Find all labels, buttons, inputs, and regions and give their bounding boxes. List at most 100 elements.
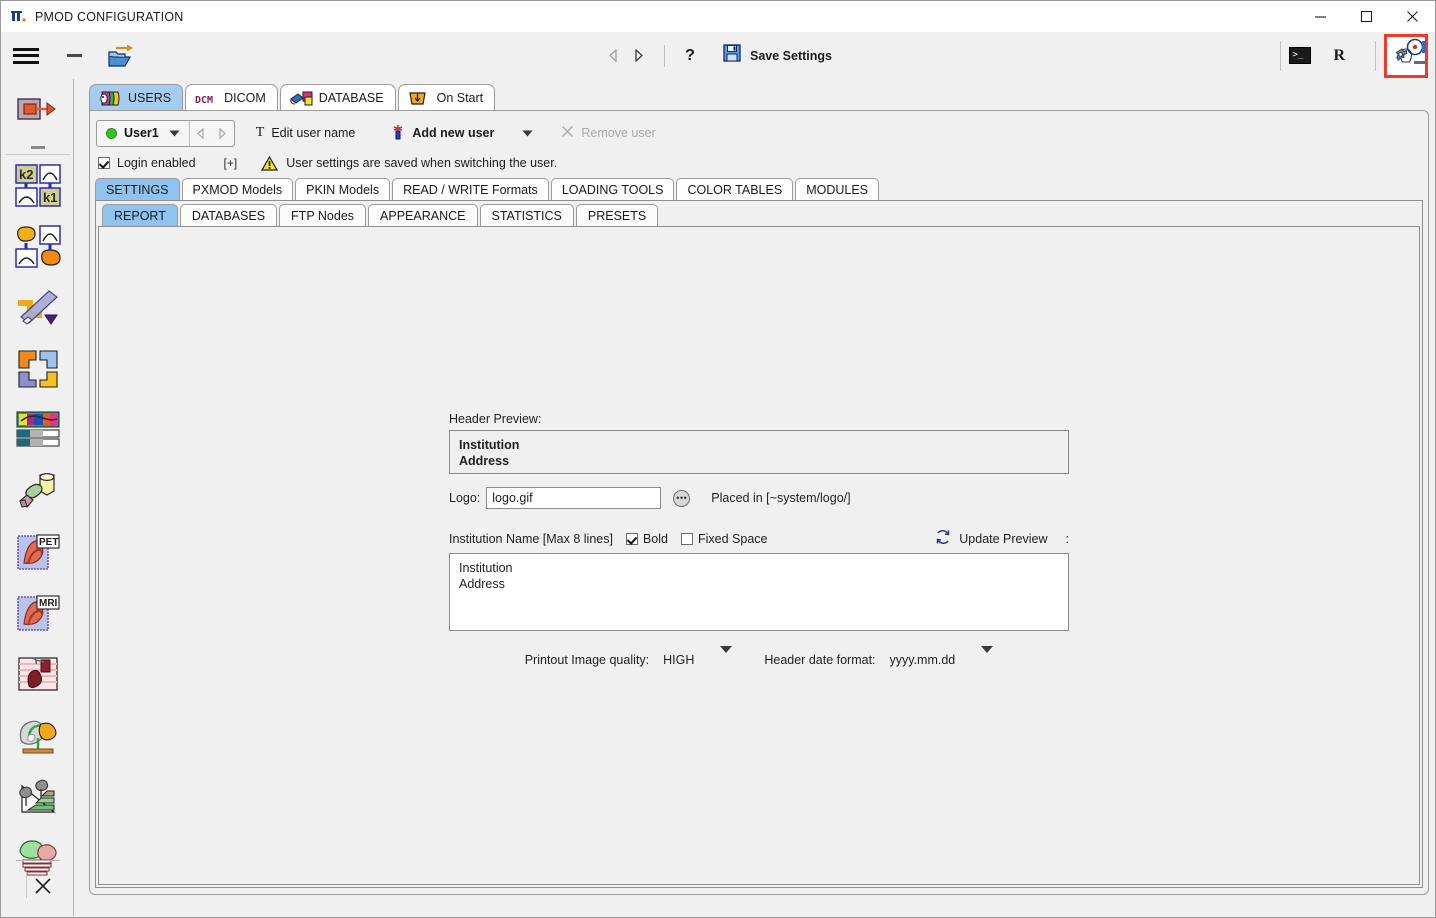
toolbar-divider	[1375, 40, 1376, 71]
previous-arrow-icon[interactable]	[600, 43, 626, 69]
header-preview-line-1: Institution	[459, 438, 520, 452]
tab-presets[interactable]: PRESETS	[575, 204, 659, 227]
save-settings-label: Save Settings	[750, 48, 832, 63]
tab-dicom[interactable]: DCM DICOM	[185, 84, 278, 111]
terminal-icon[interactable]: >_	[1289, 47, 1312, 64]
user-status-dot	[106, 127, 117, 139]
geometry-shapes-icon	[19, 472, 55, 508]
tab-statistics[interactable]: STATISTICS	[479, 204, 574, 227]
rail-item-lung[interactable]	[2, 765, 74, 826]
heart-perfusion-icon	[18, 656, 58, 691]
next-arrow-icon[interactable]	[626, 43, 652, 69]
maximize-button[interactable]	[1343, 1, 1389, 32]
tab-pxmod-models[interactable]: PXMOD Models	[181, 178, 294, 201]
tab-loading-tools[interactable]: LOADING TOOLS	[550, 178, 675, 201]
toolbar-divider	[664, 44, 665, 67]
printout-options-row: Printout Image quality: HIGH Header date…	[524, 646, 994, 667]
institution-options-row: Institution Name [Max 8 lines] Bold Fixe…	[449, 529, 1069, 548]
tab-report[interactable]: REPORT	[102, 204, 178, 227]
rail-item-pkin-modeling[interactable]	[2, 216, 74, 277]
tab-modules[interactable]: MODULES	[795, 178, 880, 201]
printout-quality-value[interactable]: HIGH	[663, 653, 694, 667]
logo-label: Logo:	[449, 491, 481, 505]
tab-ftp-nodes[interactable]: FTP Nodes	[279, 204, 367, 227]
header-date-format-dropdown[interactable]	[981, 646, 994, 667]
bold-option[interactable]: Bold	[625, 532, 668, 546]
main-toolbar: ? Save Settings >_ R	[1, 32, 1435, 79]
hamburger-menu-icon[interactable]	[13, 47, 39, 65]
window-title: PMOD CONFIGURATION	[35, 9, 184, 24]
printout-quality-label: Printout Image quality:	[524, 653, 650, 667]
tab-databases[interactable]: DATABASES	[179, 204, 278, 227]
printout-quality-dropdown[interactable]	[720, 646, 733, 667]
rail-item-pet-cardiac[interactable]: PET	[2, 521, 74, 582]
rail-item-color-tables[interactable]	[2, 399, 74, 460]
collapse-dash-icon[interactable]	[61, 54, 87, 57]
collapse-dash-icon[interactable]	[1414, 61, 1427, 64]
logo-input[interactable]	[486, 487, 662, 509]
tab-pkin-models[interactable]: PKIN Models	[295, 178, 391, 201]
tab-database[interactable]: DATABASE	[279, 84, 396, 111]
tab-read-write-formats[interactable]: READ / WRITE Formats	[392, 178, 549, 201]
header-preview-box: Institution Address	[449, 430, 1069, 474]
report-settings-form: Header Preview: Institution Address Logo…	[99, 412, 1419, 667]
logo-location-hint: Placed in [~system/logo/]	[711, 491, 851, 505]
update-preview-button[interactable]: Update Preview	[935, 529, 1048, 548]
user-selector[interactable]: User1	[96, 119, 235, 147]
pmod-logo-icon	[11, 9, 27, 25]
tab-appearance[interactable]: APPEARANCE	[368, 204, 478, 227]
rail-item-kinetic-modeling[interactable]: k2 k1	[2, 155, 74, 216]
institution-name-textarea[interactable]: Institution Address	[449, 553, 1069, 631]
window-controls	[1297, 1, 1435, 32]
svg-text:DCM: DCM	[195, 95, 213, 106]
tab-color-tables[interactable]: COLOR TABLES	[676, 178, 794, 201]
expand-options-button[interactable]: [+]	[224, 156, 238, 170]
edit-user-name-button[interactable]: T Edit user name	[249, 120, 363, 146]
tab-on-start[interactable]: On Start	[397, 84, 496, 111]
dcm-text-icon: DCM	[195, 91, 216, 106]
warning-triangle-icon	[261, 155, 279, 171]
rail-item-neuro[interactable]	[2, 704, 74, 765]
user-next-button[interactable]	[212, 121, 234, 146]
help-button[interactable]: ?	[677, 44, 703, 68]
chevron-down-icon	[981, 646, 994, 667]
add-new-user-button[interactable]: Add new user	[384, 120, 501, 146]
fixed-space-checkbox[interactable]	[681, 532, 693, 545]
minimize-button[interactable]	[1297, 1, 1343, 32]
rail-item-cardiac-perfusion[interactable]	[2, 643, 74, 704]
login-settings-row: Login enabled [+] User settings are save…	[98, 152, 557, 174]
rail-item-segmentation[interactable]	[2, 460, 74, 521]
rail-item-view[interactable]	[2, 338, 74, 399]
save-settings-button[interactable]: Save Settings	[719, 41, 836, 71]
database-boxes-icon	[289, 91, 313, 106]
report-panel: Header Preview: Institution Address Logo…	[98, 226, 1420, 885]
update-preview-label: Update Preview	[959, 531, 1048, 546]
fixed-space-option[interactable]: Fixed Space	[681, 532, 767, 546]
rail-item-mri-cardiac[interactable]: MRI	[2, 582, 74, 643]
display-settings-icon[interactable]	[1405, 38, 1433, 72]
rail-close-button[interactable]	[2, 860, 74, 908]
chevron-down-icon[interactable]	[169, 124, 180, 142]
add-user-dropdown-button[interactable]	[515, 120, 540, 146]
tab-on-start-label: On Start	[436, 91, 484, 105]
on-start-crown-icon	[408, 91, 429, 106]
rail-collapse-dash-icon[interactable]	[2, 140, 74, 154]
user-previous-button[interactable]	[190, 121, 212, 146]
rail-item-fusion[interactable]	[2, 277, 74, 338]
toolbar-divider	[1280, 40, 1282, 71]
remove-user-label: Remove user	[581, 126, 656, 140]
header-date-format-value[interactable]: yyyy.mm.dd	[890, 653, 956, 667]
tab-users[interactable]: USERS	[89, 84, 184, 111]
settings-tab-bar: SETTINGS PXMOD Models PKIN Models READ /…	[95, 177, 881, 201]
bold-checkbox[interactable]	[625, 532, 638, 545]
tab-dicom-label: DICOM	[224, 91, 266, 105]
close-button[interactable]	[1389, 1, 1435, 32]
login-enabled-checkbox[interactable]	[98, 157, 110, 169]
tab-settings[interactable]: SETTINGS	[95, 178, 180, 201]
remove-user-button[interactable]: Remove user	[554, 120, 662, 146]
open-folder-arrow-icon[interactable]	[103, 42, 137, 70]
r-console-button[interactable]: R	[1333, 47, 1345, 65]
blob-curve-modeling-icon	[15, 224, 61, 268]
rail-item-data-transfer[interactable]	[2, 79, 74, 140]
ellipsis-button-icon[interactable]: •••	[673, 489, 691, 507]
